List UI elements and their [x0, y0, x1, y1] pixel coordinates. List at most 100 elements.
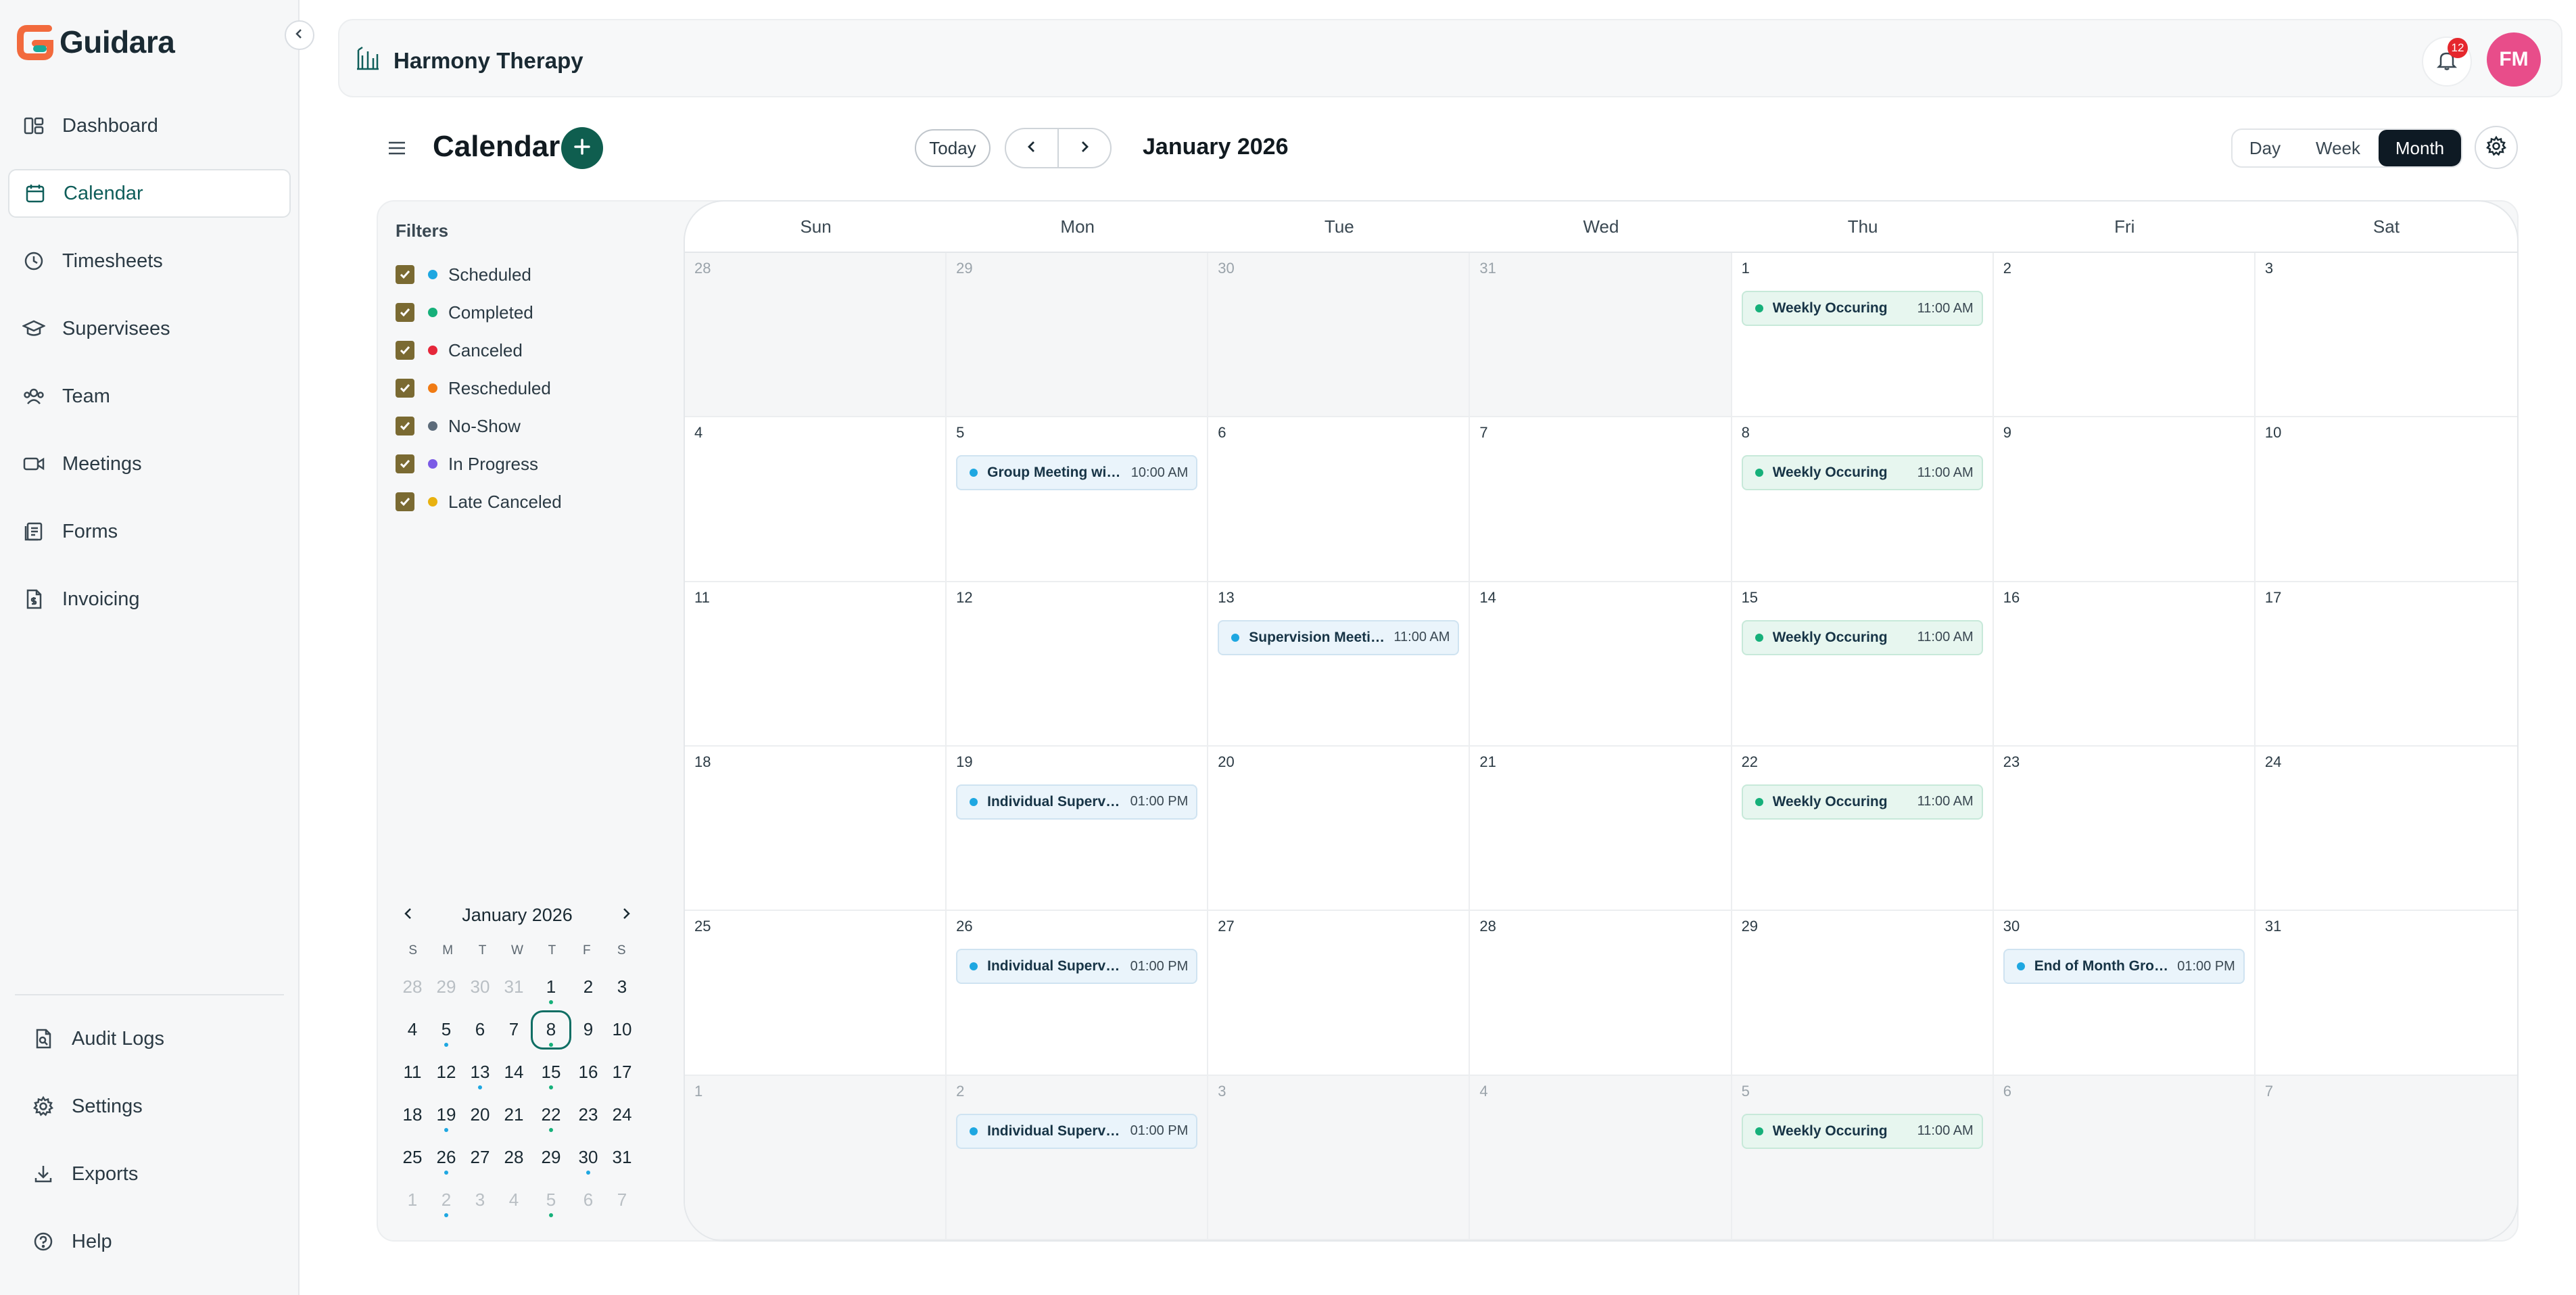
day-cell[interactable]: 7 [1470, 417, 1732, 582]
mini-day[interactable]: 4 [497, 1179, 531, 1221]
mini-day[interactable]: 27 [463, 1136, 497, 1179]
mini-next-month-button[interactable] [619, 906, 634, 924]
mini-day[interactable]: 22 [531, 1093, 571, 1136]
previous-month-button[interactable] [1006, 129, 1059, 167]
mini-day[interactable]: 31 [605, 1136, 639, 1179]
day-cell[interactable]: 4 [685, 417, 947, 582]
calendar-event[interactable]: Individual Supervision 01:00 PM [956, 1113, 1198, 1149]
day-cell[interactable]: 2 [1993, 253, 2256, 418]
mini-day[interactable]: 25 [396, 1136, 429, 1179]
mini-day[interactable]: 29 [531, 1136, 571, 1179]
filter-option[interactable]: In Progress [396, 445, 562, 483]
day-cell[interactable]: 1 [685, 1075, 947, 1240]
calendar-event[interactable]: Individual Supervision 01:00 PM [956, 784, 1198, 820]
sidebar-collapse-button[interactable] [285, 20, 314, 50]
mini-day[interactable]: 10 [605, 1008, 639, 1051]
mini-day[interactable]: 2 [429, 1179, 463, 1221]
day-cell[interactable]: 17 [2255, 582, 2517, 747]
day-cell[interactable]: 29 [947, 253, 1209, 418]
filter-option[interactable]: Scheduled [396, 256, 562, 293]
calendar-event[interactable]: End of Month Group 01:00 PM [2003, 949, 2245, 985]
sidebar-item-supervisees[interactable]: Supervisees [8, 304, 291, 353]
filter-option[interactable]: Canceled [396, 331, 562, 369]
day-cell[interactable]: 24 [2255, 747, 2517, 912]
filter-checkbox[interactable] [396, 303, 414, 322]
mini-day[interactable]: 7 [497, 1008, 531, 1051]
filter-checkbox[interactable] [396, 417, 414, 435]
day-cell[interactable]: 31 [1470, 253, 1732, 418]
mini-day[interactable]: 1 [396, 1179, 429, 1221]
day-cell[interactable]: 5 Weekly Occuring 11:00 AM [1732, 1075, 1994, 1240]
mini-day[interactable]: 12 [429, 1051, 463, 1093]
day-cell[interactable]: 6 [1993, 1075, 2256, 1240]
calendar-event[interactable]: Individual Supervision 01:00 PM [956, 949, 1198, 985]
mini-day[interactable]: 23 [571, 1093, 605, 1136]
view-day-button[interactable]: Day [2233, 130, 2297, 166]
sidebar-item-team[interactable]: Team [8, 372, 291, 421]
day-cell[interactable]: 25 [685, 911, 947, 1076]
day-cell[interactable]: 16 [1993, 582, 2256, 747]
day-cell[interactable]: 6 [1208, 417, 1471, 582]
calendar-event[interactable]: Weekly Occuring 11:00 AM [1741, 619, 1983, 655]
mini-day[interactable]: 14 [497, 1051, 531, 1093]
mini-day[interactable]: 11 [396, 1051, 429, 1093]
sidebar-item-meetings[interactable]: Meetings [8, 440, 291, 488]
mini-day[interactable]: 28 [497, 1136, 531, 1179]
mini-day[interactable]: 24 [605, 1093, 639, 1136]
mini-day[interactable]: 21 [497, 1093, 531, 1136]
day-cell[interactable]: 4 [1470, 1075, 1732, 1240]
day-cell[interactable]: 30 End of Month Group 01:00 PM [1993, 911, 2256, 1076]
mini-day[interactable]: 18 [396, 1093, 429, 1136]
mini-day[interactable]: 6 [571, 1179, 605, 1221]
mini-day[interactable]: 15 [531, 1051, 571, 1093]
sidebar-item-settings[interactable]: Settings [8, 1082, 291, 1131]
day-cell[interactable]: 10 [2255, 417, 2517, 582]
sidebar-item-help[interactable]: Help [8, 1217, 291, 1266]
day-cell[interactable]: 19 Individual Supervision 01:00 PM [947, 746, 1209, 912]
view-month-button[interactable]: Month [2379, 130, 2461, 166]
mini-day[interactable]: 1 [531, 966, 571, 1008]
mini-day[interactable]: 30 [463, 966, 497, 1008]
day-cell[interactable]: 29 [1732, 911, 1994, 1076]
day-cell[interactable]: 27 [1208, 911, 1471, 1076]
filter-checkbox[interactable] [396, 379, 414, 398]
mini-day[interactable]: 5 [531, 1179, 571, 1221]
day-cell[interactable]: 18 [685, 746, 947, 912]
filter-checkbox[interactable] [396, 265, 414, 284]
calendar-event[interactable]: Weekly Occuring 11:00 AM [1741, 784, 1983, 820]
sidebar-item-calendar[interactable]: Calendar [8, 169, 291, 218]
today-button[interactable]: Today [915, 129, 991, 167]
sidebar-item-exports[interactable]: Exports [8, 1150, 291, 1198]
notifications-button[interactable]: 12 [2422, 37, 2472, 87]
day-cell[interactable]: 9 [1993, 417, 2256, 582]
mini-day[interactable]: 7 [605, 1179, 639, 1221]
day-cell[interactable]: 12 [947, 582, 1209, 747]
sidebar-item-timesheets[interactable]: Timesheets [8, 237, 291, 285]
calendar-event[interactable]: Weekly Occuring 11:00 AM [1741, 1113, 1983, 1149]
filter-checkbox[interactable] [396, 492, 414, 511]
sidebar-item-forms[interactable]: Forms [8, 507, 291, 556]
day-cell[interactable]: 31 [2255, 911, 2517, 1076]
mini-day[interactable]: 13 [463, 1051, 497, 1093]
mini-day[interactable]: 20 [463, 1093, 497, 1136]
calendar-settings-button[interactable] [2475, 126, 2518, 169]
mini-day[interactable]: 31 [497, 966, 531, 1008]
day-cell[interactable]: 28 [1470, 911, 1732, 1076]
mini-day-selected[interactable]: 8 [531, 1008, 571, 1051]
day-cell[interactable]: 22 Weekly Occuring 11:00 AM [1732, 746, 1994, 912]
day-cell[interactable]: 8 Weekly Occuring 11:00 AM [1732, 417, 1994, 582]
filters-toggle-button[interactable] [387, 138, 407, 158]
next-month-button[interactable] [1059, 129, 1110, 167]
organization-name[interactable]: Harmony Therapy [354, 45, 583, 77]
mini-day[interactable]: 3 [605, 966, 639, 1008]
mini-day[interactable]: 4 [396, 1008, 429, 1051]
day-cell[interactable]: 23 [1993, 746, 2256, 912]
sidebar-item-dashboard[interactable]: Dashboard [8, 101, 291, 150]
filter-checkbox[interactable] [396, 341, 414, 360]
mini-prev-month-button[interactable] [401, 906, 416, 924]
filter-checkbox[interactable] [396, 454, 414, 473]
calendar-event[interactable]: Weekly Occuring 11:00 AM [1741, 291, 1983, 326]
day-cell[interactable]: 15 Weekly Occuring 11:00 AM [1732, 582, 1994, 747]
calendar-event[interactable]: Weekly Occuring 11:00 AM [1741, 455, 1983, 491]
filter-option[interactable]: Rescheduled [396, 369, 562, 407]
